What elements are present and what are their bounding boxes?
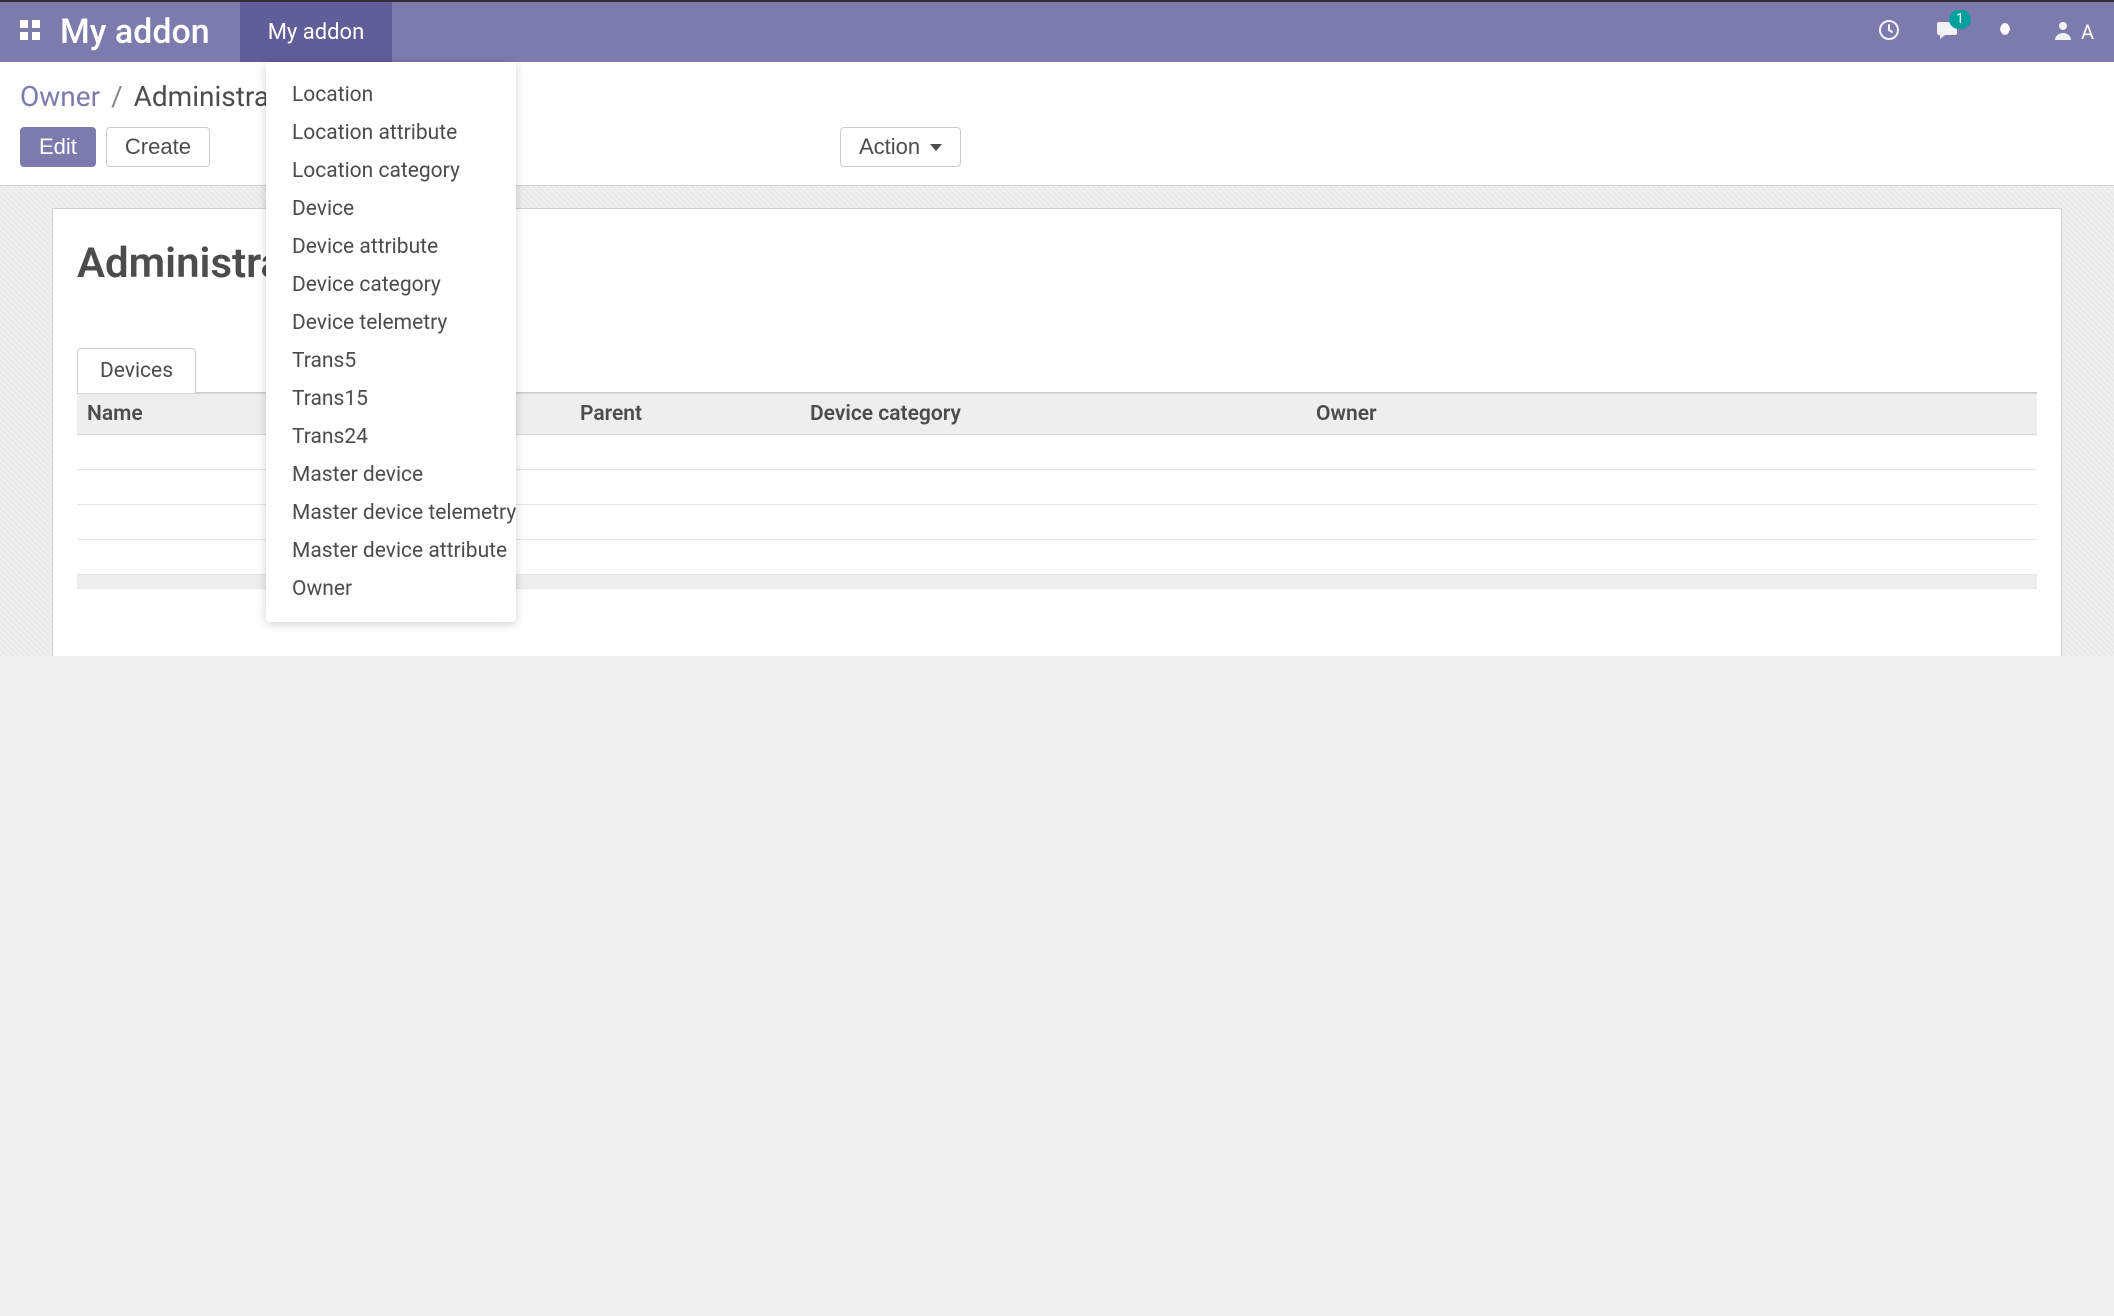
avatar-icon <box>2051 18 2075 46</box>
menu-item-master-device-telemetry[interactable]: Master device telemetry <box>266 494 516 532</box>
bug-icon <box>1993 18 2017 46</box>
menu-item-device-attribute[interactable]: Device attribute <box>266 228 516 266</box>
messaging-button[interactable]: 1 <box>1935 18 1959 46</box>
apps-launcher[interactable] <box>0 2 60 62</box>
menu-item-master-device-attribute[interactable]: Master device attribute <box>266 532 516 570</box>
menu-item-owner[interactable]: Owner <box>266 570 516 608</box>
menu-item-location-category[interactable]: Location category <box>266 152 516 190</box>
menu-item-trans15[interactable]: Trans15 <box>266 380 516 418</box>
menu-item-trans24[interactable]: Trans24 <box>266 418 516 456</box>
empty-footer-area <box>0 656 2114 1316</box>
caret-down-icon <box>930 144 942 151</box>
apps-icon <box>18 18 42 46</box>
top-navbar: My addon My addon 1 A <box>0 0 2114 62</box>
menu-item-location-attribute[interactable]: Location attribute <box>266 114 516 152</box>
menu-item-device[interactable]: Device <box>266 190 516 228</box>
create-button[interactable]: Create <box>106 127 210 167</box>
breadcrumb-root[interactable]: Owner <box>20 80 100 113</box>
col-owner[interactable]: Owner <box>1306 394 2037 435</box>
menu-item-master-device[interactable]: Master device <box>266 456 516 494</box>
nav-menu: My addon <box>240 2 393 62</box>
menu-item-trans5[interactable]: Trans5 <box>266 342 516 380</box>
menu-item-location[interactable]: Location <box>266 76 516 114</box>
breadcrumb-separator: / <box>111 80 123 113</box>
menu-item-device-telemetry[interactable]: Device telemetry <box>266 304 516 342</box>
clock-icon <box>1877 18 1901 46</box>
debug-button[interactable] <box>1993 18 2017 46</box>
action-label: Action <box>859 134 920 160</box>
action-dropdown-button[interactable]: Action <box>840 127 961 167</box>
brand-title[interactable]: My addon <box>60 12 240 52</box>
edit-button[interactable]: Edit <box>20 127 96 167</box>
nav-dropdown-my-addon: Location Location attribute Location cat… <box>266 62 516 622</box>
tab-devices[interactable]: Devices <box>77 348 196 393</box>
nav-menu-item-my-addon[interactable]: My addon <box>240 2 393 62</box>
messaging-badge: 1 <box>1949 10 1971 29</box>
user-initial: A <box>2081 20 2094 44</box>
navbar-right: 1 A <box>1877 2 2114 62</box>
col-device-category[interactable]: Device category <box>800 394 1306 435</box>
user-menu[interactable]: A <box>2051 18 2094 46</box>
col-parent[interactable]: Parent <box>570 394 800 435</box>
activity-button[interactable] <box>1877 18 1901 46</box>
menu-item-device-category[interactable]: Device category <box>266 266 516 304</box>
